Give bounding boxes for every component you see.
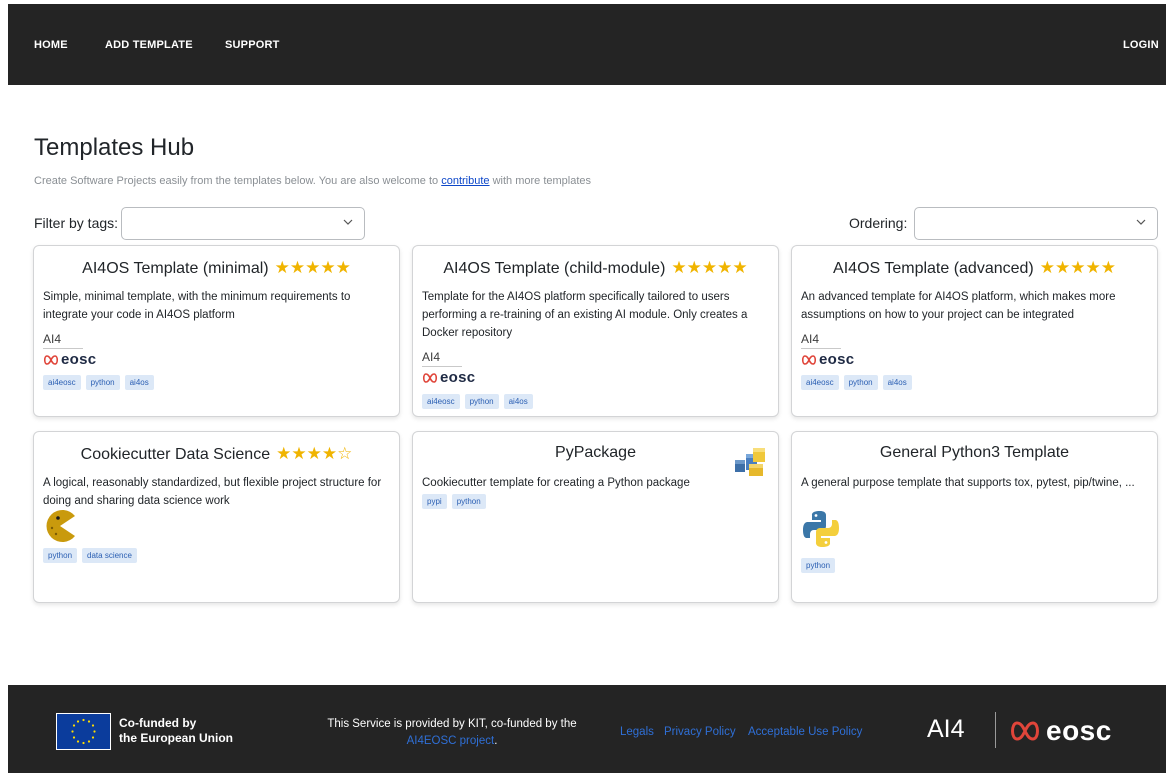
- card-description: A logical, reasonably standardized, but …: [43, 477, 382, 507]
- eosc-logo-text: eosc: [440, 369, 476, 386]
- footer-eosc-logo: eosc: [1008, 715, 1112, 747]
- tag[interactable]: python: [464, 394, 499, 409]
- page-title: Templates Hub: [34, 134, 195, 161]
- filter-tags-select[interactable]: [121, 207, 365, 240]
- card-title: AI4OS Template (advanced) ★★★★★: [792, 258, 1157, 278]
- star-rating: ★★★★★: [1039, 258, 1116, 277]
- tag[interactable]: python: [85, 375, 120, 390]
- card-title-text: General Python3 Template: [879, 444, 1070, 461]
- template-card[interactable]: Cookiecutter Data Science ★★★★☆ A logical…: [33, 431, 400, 603]
- nav-login-link[interactable]: LOGIN: [1123, 39, 1159, 51]
- card-description: Cookiecutter template for creating a Pyt…: [422, 477, 690, 489]
- card-title-text: AI4OS Template (advanced): [833, 260, 1034, 277]
- star-rating: ★★★★☆: [276, 444, 353, 463]
- ai4-eosc-logo: AI4 eosc: [422, 350, 475, 386]
- card-description: An advanced template for AI4OS platform,…: [801, 291, 1116, 321]
- template-card[interactable]: General Python3 Template A general purpo…: [791, 431, 1158, 603]
- page-subtitle: Create Software Projects easily from the…: [34, 175, 591, 187]
- star-rating: ★★★★★: [274, 258, 351, 277]
- service-period: .: [494, 735, 498, 747]
- card-title: Cookiecutter Data Science ★★★★☆: [34, 444, 399, 464]
- eu-line-2: the European Union: [119, 731, 233, 745]
- ordering-label: Ordering:: [849, 215, 908, 231]
- tag-list: python: [801, 558, 836, 573]
- tag[interactable]: python: [43, 548, 78, 563]
- card-description: A general purpose template that supports…: [801, 477, 1135, 489]
- card-title: AI4OS Template (child-module) ★★★★★: [413, 258, 778, 278]
- ai4-logo-text: AI4: [801, 332, 841, 349]
- nav-add-template-link[interactable]: ADD TEMPLATE: [105, 39, 193, 51]
- ordering-select[interactable]: [914, 207, 1158, 240]
- eu-line-1: Co-funded by: [119, 716, 197, 730]
- tag[interactable]: ai4eosc: [801, 375, 839, 390]
- card-description: Template for the AI4OS platform specific…: [422, 291, 748, 339]
- footer: Co-funded by the European Union This Ser…: [8, 685, 1166, 773]
- card-title: PyPackage: [413, 444, 778, 462]
- footer-ai4-logo: AI4: [927, 715, 965, 743]
- ai4-eosc-logo: AI4 eosc: [801, 332, 854, 368]
- card-title-text: AI4OS Template (minimal): [82, 260, 269, 277]
- template-card[interactable]: AI4OS Template (advanced) ★★★★★ An advanc…: [791, 245, 1158, 417]
- ai4-eosc-logo: AI4 eosc: [43, 332, 96, 368]
- card-description: Simple, minimal template, with the minim…: [43, 291, 351, 321]
- card-title: AI4OS Template (minimal) ★★★★★: [34, 258, 399, 278]
- top-navbar: HOME ADD TEMPLATE SUPPORT LOGIN: [8, 4, 1166, 85]
- legals-link[interactable]: Legals: [620, 726, 654, 738]
- tag[interactable]: pypi: [422, 494, 447, 509]
- tag[interactable]: ai4eosc: [43, 375, 81, 390]
- tag-list: ai4eosc python ai4os: [422, 394, 533, 409]
- template-card[interactable]: AI4OS Template (child-module) ★★★★★ Templ…: [412, 245, 779, 417]
- service-provider-text: This Service is provided by KIT, co-fund…: [304, 716, 600, 750]
- tag[interactable]: data science: [82, 548, 137, 563]
- eosc-infinity-icon: [422, 372, 438, 383]
- tag[interactable]: python: [451, 494, 486, 509]
- star-rating: ★★★★★: [671, 258, 748, 277]
- python-logo-icon: [803, 511, 839, 547]
- tag[interactable]: ai4os: [882, 375, 912, 390]
- footer-logo-divider: [995, 712, 996, 748]
- card-title-text: Cookiecutter Data Science: [80, 446, 271, 463]
- eu-flag-icon: [56, 713, 111, 750]
- eosc-logo-text: eosc: [1046, 715, 1112, 746]
- nav-home-link[interactable]: HOME: [34, 39, 68, 51]
- privacy-policy-link[interactable]: Privacy Policy: [664, 726, 736, 738]
- tag-list: ai4eosc python ai4os: [43, 375, 154, 390]
- eosc-infinity-icon: [43, 354, 59, 365]
- template-card[interactable]: PyPackage Cookiecutter template for crea…: [412, 431, 779, 603]
- eosc-infinity-icon: [1011, 721, 1039, 741]
- ai4-logo-text: AI4: [422, 350, 462, 367]
- chevron-down-icon: [343, 219, 353, 225]
- card-title: General Python3 Template: [792, 444, 1157, 462]
- ai4eosc-project-link[interactable]: AI4EOSC project: [407, 735, 495, 747]
- eosc-infinity-icon: [801, 354, 817, 365]
- tag[interactable]: ai4os: [503, 394, 533, 409]
- eosc-logo-text: eosc: [61, 351, 97, 368]
- tag-list: python data science: [43, 548, 137, 563]
- contribute-link[interactable]: contribute: [441, 175, 489, 187]
- tag[interactable]: python: [801, 558, 836, 573]
- tag-list: ai4eosc python ai4os: [801, 375, 912, 390]
- card-title-text: PyPackage: [555, 444, 636, 461]
- service-text: This Service is provided by KIT, co-fund…: [327, 718, 577, 730]
- nav-support-link[interactable]: SUPPORT: [225, 39, 280, 51]
- subtitle-text: Create Software Projects easily from the…: [34, 175, 442, 187]
- eu-cofunded-text: Co-funded by the European Union: [119, 716, 233, 746]
- template-card[interactable]: AI4OS Template (minimal) ★★★★★ Simple, mi…: [33, 245, 400, 417]
- tag[interactable]: ai4eosc: [422, 394, 460, 409]
- tag[interactable]: python: [843, 375, 878, 390]
- cookie-pacman-icon: [46, 510, 75, 542]
- eosc-logo-text: eosc: [819, 351, 855, 368]
- acceptable-use-policy-link[interactable]: Acceptable Use Policy: [748, 726, 862, 738]
- tag-list: pypi python: [422, 494, 486, 509]
- ai4-logo-text: AI4: [43, 332, 83, 349]
- filter-tags-label: Filter by tags:: [34, 215, 119, 231]
- subtitle-text-end: with more templates: [489, 175, 592, 187]
- chevron-down-icon: [1136, 219, 1146, 225]
- card-title-text: AI4OS Template (child-module): [443, 260, 666, 277]
- tag[interactable]: ai4os: [124, 375, 154, 390]
